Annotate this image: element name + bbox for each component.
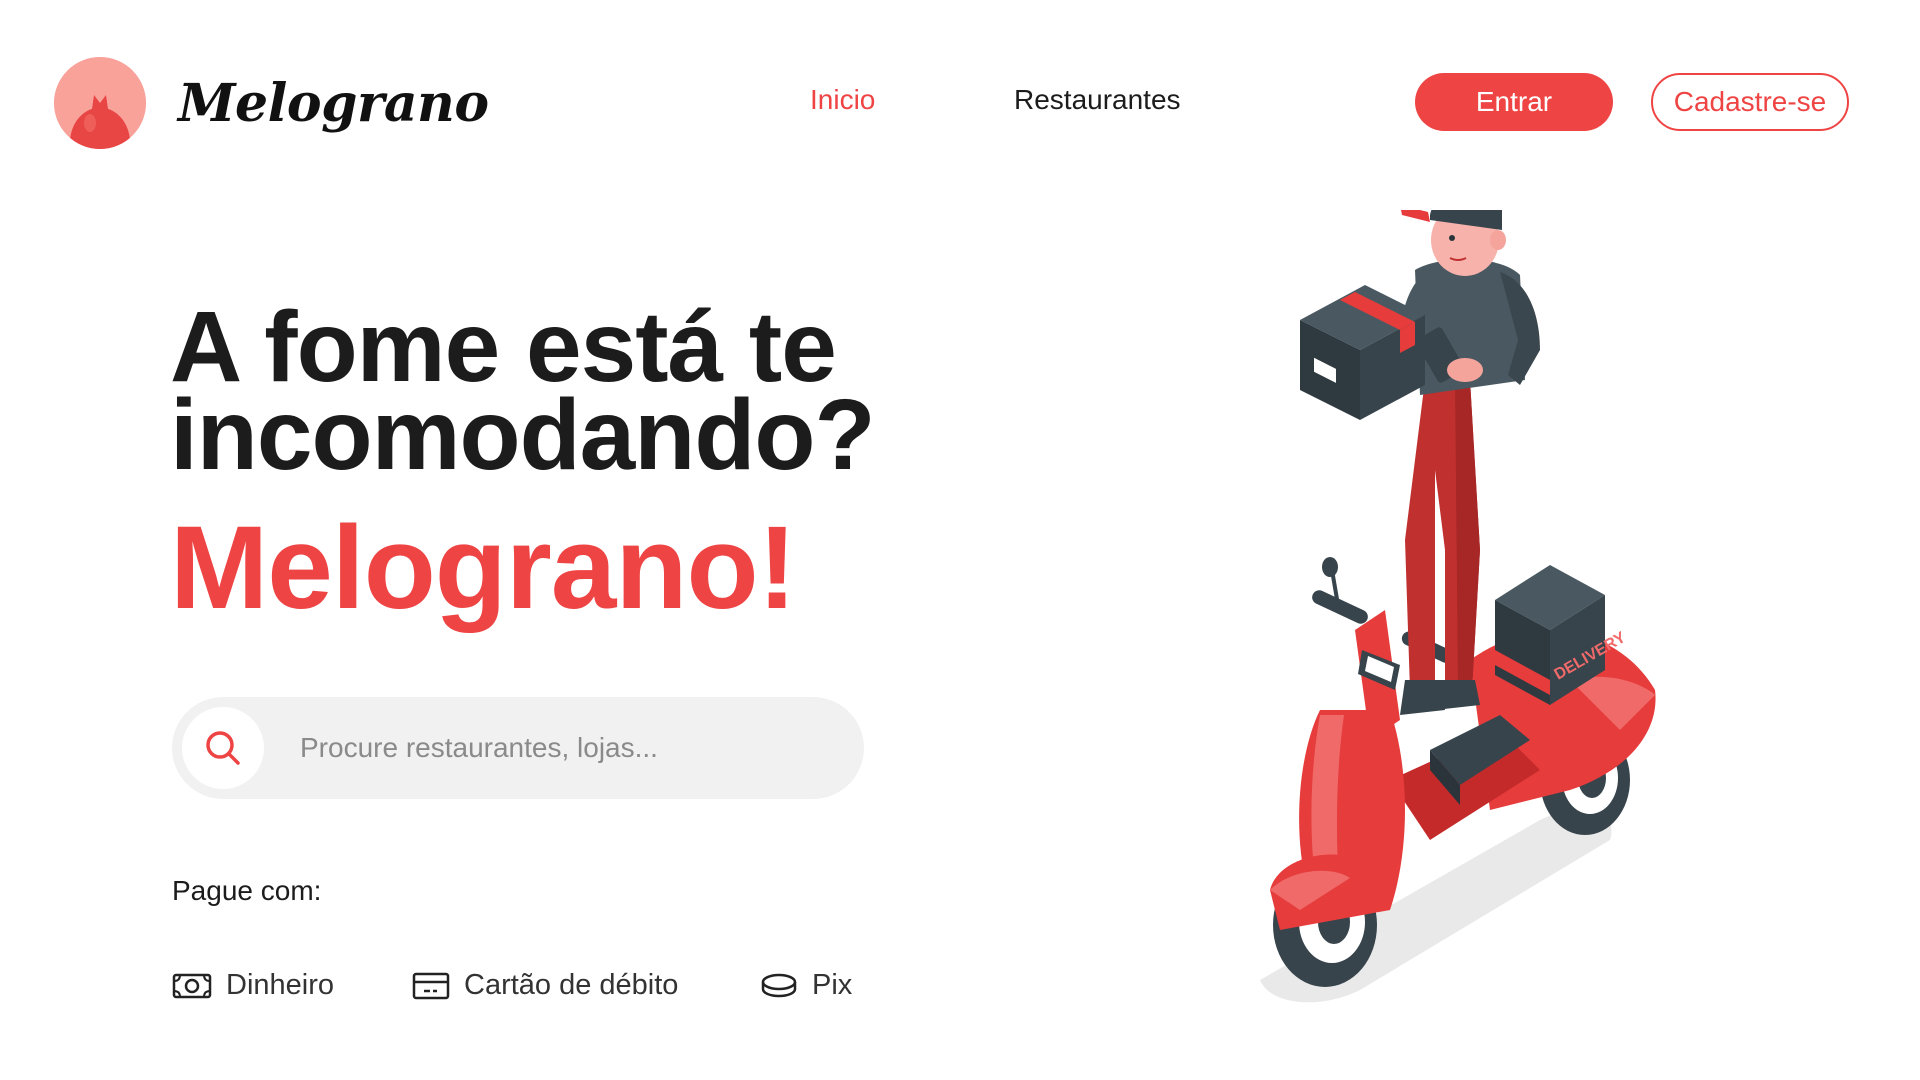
search-bar (172, 697, 864, 799)
nav-item-inicio[interactable]: Inicio (810, 84, 875, 116)
signup-button[interactable]: Cadastre-se (1651, 73, 1849, 131)
headline-line-2: incomodando? (170, 379, 876, 491)
payment-method-pix: Pix (760, 969, 852, 1002)
payment-label: Cartão de débito (464, 969, 679, 1001)
brand-name: Melograno (178, 72, 489, 134)
login-button[interactable]: Entrar (1415, 73, 1613, 131)
payment-label: Pix (812, 969, 853, 1001)
hero-brand-line: Melograno! (170, 502, 797, 634)
payment-title: Pague com: (172, 875, 322, 906)
search-input[interactable] (300, 721, 820, 775)
pomegranate-icon (54, 57, 146, 149)
logo[interactable]: Melograno (54, 57, 489, 149)
search-button[interactable] (182, 707, 264, 789)
headline-line-1: A fome está te (170, 291, 837, 403)
payment-method-cash: Dinheiro (172, 969, 334, 1002)
nav-item-restaurantes[interactable]: Restaurantes (1014, 84, 1181, 116)
search-icon (206, 731, 240, 765)
payment-method-debit-card: Cartão de débito (412, 969, 678, 1002)
card-icon (412, 972, 450, 999)
coin-icon (761, 973, 797, 997)
payment-label: Dinheiro (226, 969, 334, 1001)
hero-headline: A fome está te incomodando? (170, 291, 876, 491)
header: Melograno Inicio Restaurantes Entrar Cad… (0, 0, 1920, 205)
landing-page: Melograno Inicio Restaurantes Entrar Cad… (0, 0, 1920, 1080)
delivery-illustration: DELIVERY (1240, 189, 1720, 1010)
cash-icon (172, 973, 212, 998)
